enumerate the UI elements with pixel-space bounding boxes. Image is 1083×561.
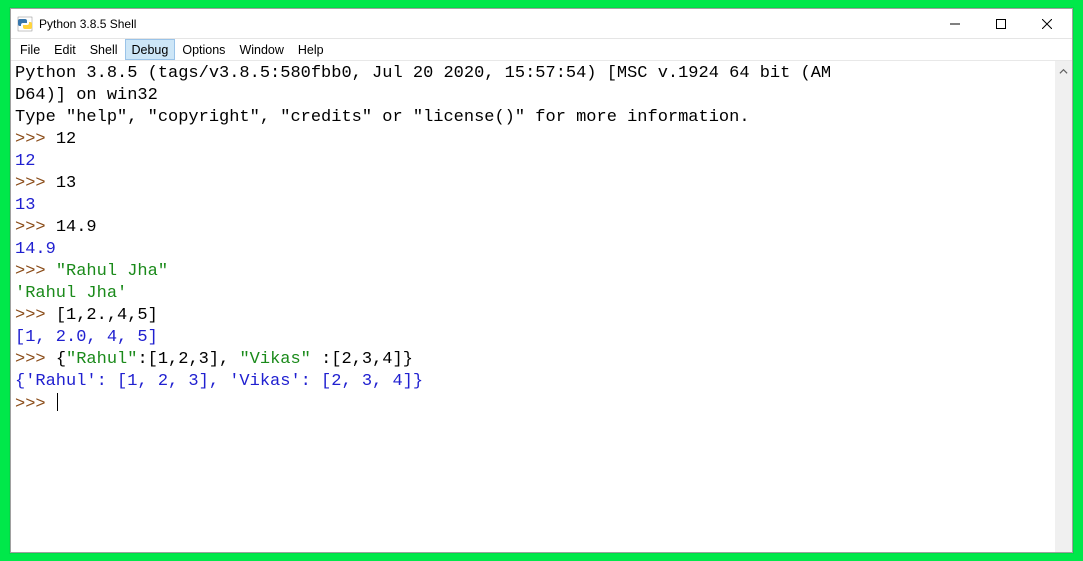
output-line: 13	[15, 196, 35, 215]
menu-edit[interactable]: Edit	[47, 39, 83, 60]
window-controls	[932, 9, 1070, 38]
input-line: 12	[56, 130, 76, 149]
prompt: >>>	[15, 395, 56, 414]
prompt: >>>	[15, 306, 56, 325]
window-title: Python 3.8.5 Shell	[39, 17, 136, 31]
prompt: >>>	[15, 350, 56, 369]
banner-line: Python 3.8.5 (tags/v3.8.5:580fbb0, Jul 2…	[15, 64, 831, 83]
output-line: 12	[15, 152, 35, 171]
prompt: >>>	[15, 218, 56, 237]
menu-options[interactable]: Options	[175, 39, 232, 60]
shell-text-area[interactable]: Python 3.8.5 (tags/v3.8.5:580fbb0, Jul 2…	[11, 61, 1055, 552]
prompt: >>>	[15, 174, 56, 193]
input-line: [1,2.,4,5]	[56, 306, 158, 325]
maximize-button[interactable]	[978, 9, 1024, 38]
menu-file[interactable]: File	[13, 39, 47, 60]
output-line: [1, 2.0, 4, 5]	[15, 328, 158, 347]
banner-line: D64)] on win32	[15, 86, 158, 105]
vertical-scrollbar[interactable]	[1055, 61, 1072, 552]
scroll-up-arrow[interactable]	[1056, 63, 1071, 80]
menu-shell[interactable]: Shell	[83, 39, 125, 60]
input-line: {"Rahul":[1,2,3], "Vikas" :[2,3,4]}	[56, 350, 413, 369]
menu-help[interactable]: Help	[291, 39, 331, 60]
input-line: "Rahul Jha"	[56, 262, 168, 281]
output-line: 14.9	[15, 240, 56, 259]
menu-debug[interactable]: Debug	[125, 39, 176, 60]
output-line: {'Rahul': [1, 2, 3], 'Vikas': [2, 3, 4]}	[15, 372, 423, 391]
menubar: FileEditShellDebugOptionsWindowHelp	[11, 39, 1072, 61]
text-cursor	[57, 393, 58, 411]
input-line: 13	[56, 174, 76, 193]
input-line: 14.9	[56, 218, 97, 237]
titlebar[interactable]: Python 3.8.5 Shell	[11, 9, 1072, 39]
python-shell-window: Python 3.8.5 Shell FileEditShellDebugOpt…	[10, 8, 1073, 553]
banner-line: Type "help", "copyright", "credits" or "…	[15, 108, 750, 127]
close-button[interactable]	[1024, 9, 1070, 38]
prompt: >>>	[15, 130, 56, 149]
minimize-button[interactable]	[932, 9, 978, 38]
python-idle-icon	[17, 16, 33, 32]
prompt: >>>	[15, 262, 56, 281]
menu-window[interactable]: Window	[232, 39, 290, 60]
output-line: 'Rahul Jha'	[15, 284, 127, 303]
